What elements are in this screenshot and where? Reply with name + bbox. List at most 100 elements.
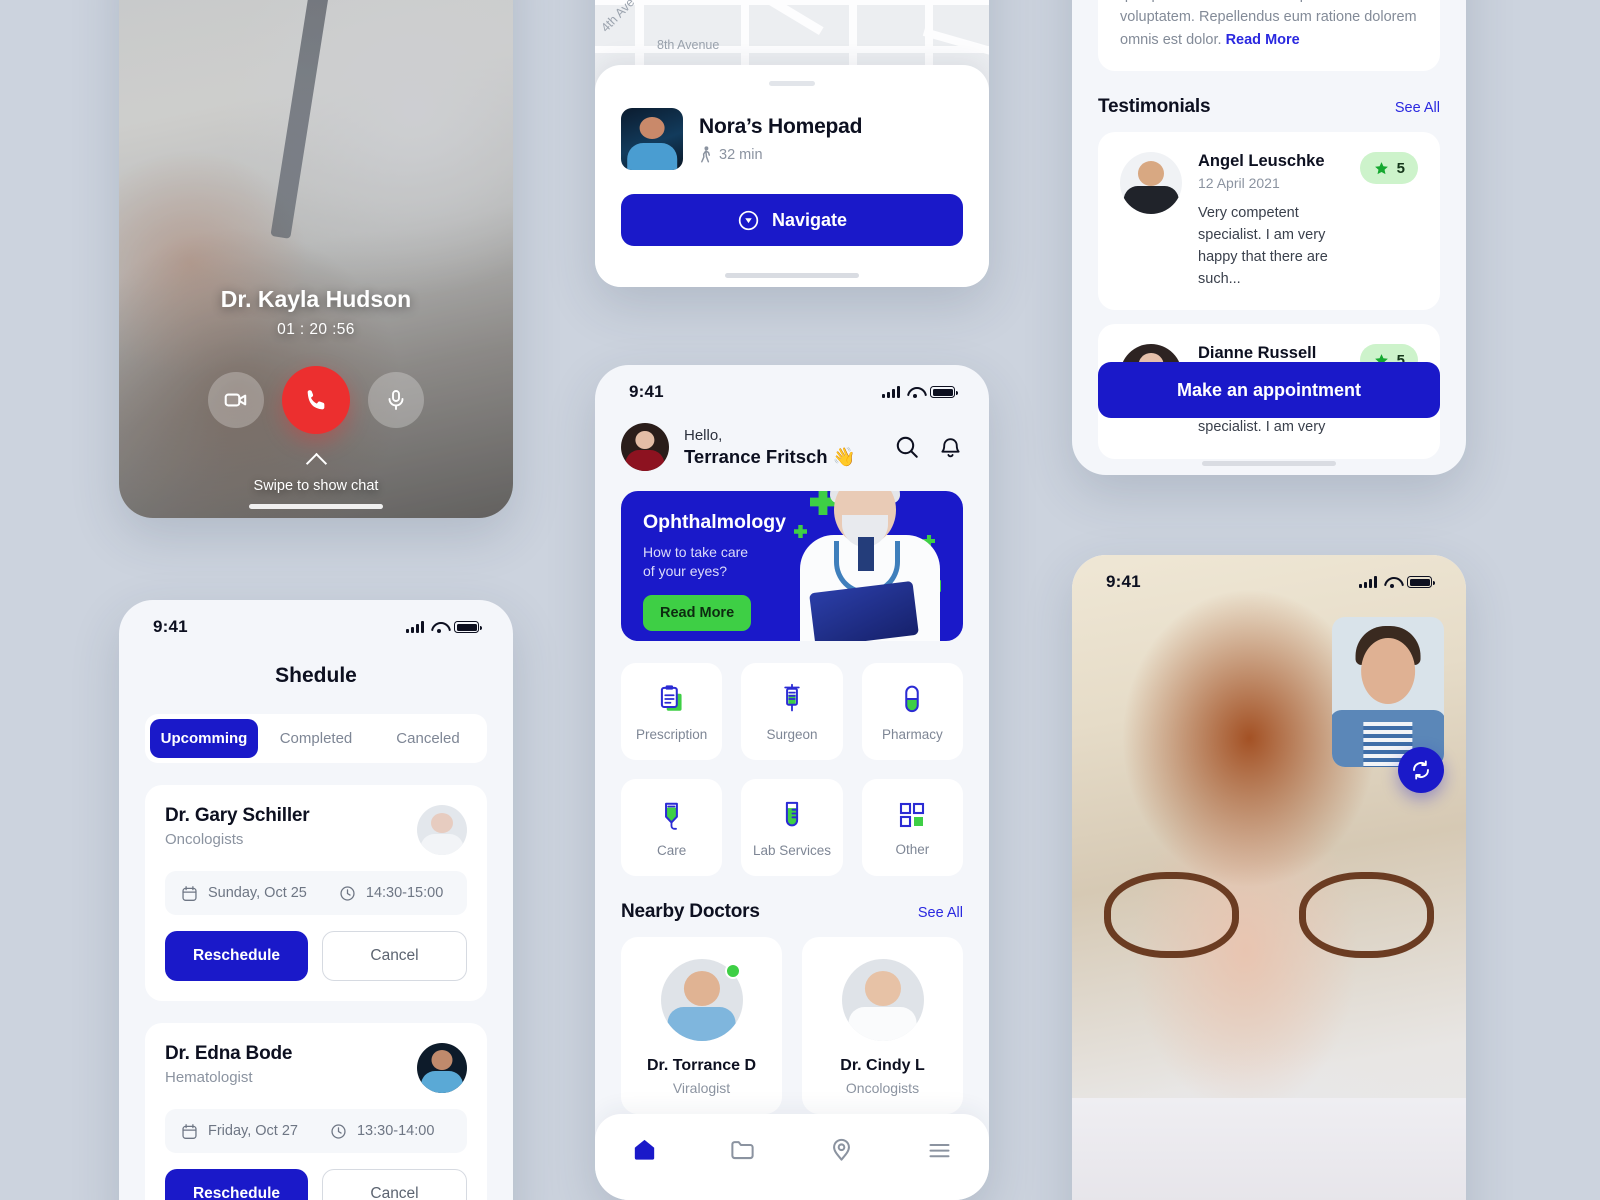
status-time: 9:41	[629, 382, 664, 401]
search-icon[interactable]	[894, 434, 920, 460]
home-indicator	[1202, 461, 1336, 466]
chevron-up-icon	[305, 452, 327, 475]
appointment-card: Dr. Edna Bode Hematologist Friday, Oct 2…	[145, 1023, 487, 1200]
wifi-icon	[1384, 576, 1400, 588]
tab-location[interactable]	[828, 1136, 855, 1168]
cancel-button[interactable]: Cancel	[322, 931, 467, 981]
banner-doctor-illustration	[794, 491, 949, 641]
cellular-signal-icon	[882, 386, 900, 398]
avatar	[1120, 152, 1182, 215]
see-all-link[interactable]: See All	[918, 905, 963, 921]
category-surgeon[interactable]: Surgeon	[741, 663, 843, 760]
category-label: Lab Services	[752, 842, 832, 858]
doctor-card[interactable]: Dr. Cindy L Oncologists	[802, 937, 963, 1114]
cancel-button[interactable]: Cancel	[322, 1169, 467, 1200]
flip-camera-button[interactable]	[1398, 747, 1444, 793]
category-label: Pharmacy	[881, 726, 943, 742]
about-text: quisquam minus. Omnis itaque nihil nihil…	[1120, 0, 1418, 51]
read-more-button[interactable]: Read More	[643, 594, 752, 631]
category-label: Prescription	[636, 726, 708, 742]
category-pharmacy[interactable]: Pharmacy	[861, 663, 963, 760]
make-appointment-button[interactable]: Make an appointment	[1098, 362, 1440, 418]
see-all-link[interactable]: See All	[1395, 100, 1440, 116]
rating-value: 5	[1396, 159, 1405, 177]
destination-avatar	[621, 108, 683, 170]
tab-completed[interactable]: Completed	[262, 719, 370, 758]
promo-banner[interactable]: Ophthalmology How to take care of your e…	[621, 491, 963, 641]
sheet-grabber[interactable]	[769, 81, 815, 86]
about-card: quisquam minus. Omnis itaque nihil nihil…	[1098, 0, 1440, 72]
page-title: Shedule	[275, 664, 357, 687]
video-camera-button[interactable]	[208, 372, 264, 428]
appointment-time: 13:30-14:00	[356, 1123, 435, 1139]
category-lab-services[interactable]: Lab Services	[741, 779, 843, 876]
battery-icon	[930, 386, 958, 398]
tab-records[interactable]	[729, 1136, 756, 1168]
map-street-label: 4th Ave	[598, 0, 638, 35]
doctor-name: Dr. Torrance D	[646, 1057, 757, 1074]
reschedule-button[interactable]: Reschedule	[165, 1169, 308, 1200]
end-call-button[interactable]	[282, 366, 350, 434]
lab-coat-detail	[1072, 1097, 1466, 1200]
walking-icon	[701, 146, 711, 163]
tab-canceled[interactable]: Canceled	[374, 719, 482, 758]
screenshot-canvas: Dr. Kayla Hudson 01 : 20 :56 Swipe to sh…	[0, 0, 1600, 1200]
testimonial-author: Dianne Russell	[1198, 344, 1317, 363]
status-bar: 9:41	[1072, 555, 1466, 601]
tab-home[interactable]	[631, 1136, 658, 1168]
destination-name: Nora’s Homepad	[699, 115, 863, 138]
category-grid: Prescription Surgeon Pharmacy Care Lab S…	[621, 663, 963, 876]
camera-flip-icon	[1413, 760, 1429, 780]
testimonial-author: Angel Leuschke	[1198, 152, 1325, 171]
testimonial-card: Angel Leuschke 12 April 2021 Very compet…	[1098, 132, 1440, 311]
category-label: Surgeon	[766, 726, 818, 742]
user-avatar[interactable]	[621, 423, 669, 471]
call-timer: 01 : 20 :56	[277, 321, 355, 338]
category-prescription[interactable]: Prescription	[621, 663, 723, 760]
swipe-chat-hint[interactable]: Swipe to show chat	[253, 452, 379, 494]
syringe-icon	[784, 683, 800, 711]
clipboard-icon	[660, 684, 682, 711]
doctor-card[interactable]: Dr. Torrance D Viralogist	[621, 937, 782, 1114]
plus-icon	[794, 525, 807, 538]
battery-icon	[454, 621, 482, 633]
section-title: Testimonials	[1098, 96, 1211, 118]
status-bar: 9:41	[595, 365, 989, 411]
swipe-chat-label: Swipe to show chat	[253, 478, 379, 494]
self-video-preview[interactable]	[1332, 617, 1444, 767]
schedule-tabs: Upcomming Completed Canceled	[145, 714, 487, 763]
rating-badge: 5	[1359, 152, 1418, 185]
map-street-label: 8th Avenue	[657, 38, 720, 52]
bell-icon[interactable]	[938, 435, 963, 460]
test-tube-icon	[785, 801, 799, 826]
calendar-icon	[182, 1123, 197, 1139]
category-other[interactable]: Other	[861, 779, 963, 876]
appointment-card: Dr. Gary Schiller Oncologists Sunday, Oc…	[145, 785, 487, 1001]
menu-icon	[929, 1143, 950, 1158]
read-more-link[interactable]: Read More	[1226, 32, 1300, 48]
make-appointment-label: Make an appointment	[1176, 379, 1362, 400]
destination-row: Nora’s Homepad 32 min	[621, 108, 963, 170]
appointment-doctor-name: Dr. Gary Schiller	[165, 805, 310, 826]
tab-upcoming[interactable]: Upcomming	[150, 719, 258, 758]
phone-icon	[307, 389, 324, 409]
appointment-datetime: Friday, Oct 27 13:30-14:00	[165, 1109, 467, 1153]
phone-map-navigate-screen: 4th Ave 8th Avenue Nora’s Homepad 32 min	[595, 0, 989, 287]
reschedule-button[interactable]: Reschedule	[165, 931, 308, 981]
tab-menu[interactable]	[926, 1136, 953, 1168]
category-care[interactable]: Care	[621, 779, 723, 876]
navigate-button[interactable]: Navigate	[621, 194, 963, 246]
location-pin-icon	[832, 1138, 850, 1161]
microphone-button[interactable]	[368, 372, 424, 428]
navigate-icon	[738, 210, 759, 230]
phone-video-call-screen: 9:41 Dr. Kayla Hudson	[1072, 555, 1466, 1200]
appointment-time: 14:30-15:00	[365, 885, 444, 901]
iv-drip-icon	[664, 802, 678, 830]
section-title: Nearby Doctors	[621, 901, 760, 922]
appointment-specialty: Hematologist	[165, 1069, 253, 1086]
calendar-icon	[182, 885, 197, 901]
avatar	[417, 805, 467, 855]
cellular-signal-icon	[1359, 576, 1377, 588]
navigate-button-label: Navigate	[771, 209, 848, 230]
appointment-specialty: Oncologists	[165, 831, 244, 848]
